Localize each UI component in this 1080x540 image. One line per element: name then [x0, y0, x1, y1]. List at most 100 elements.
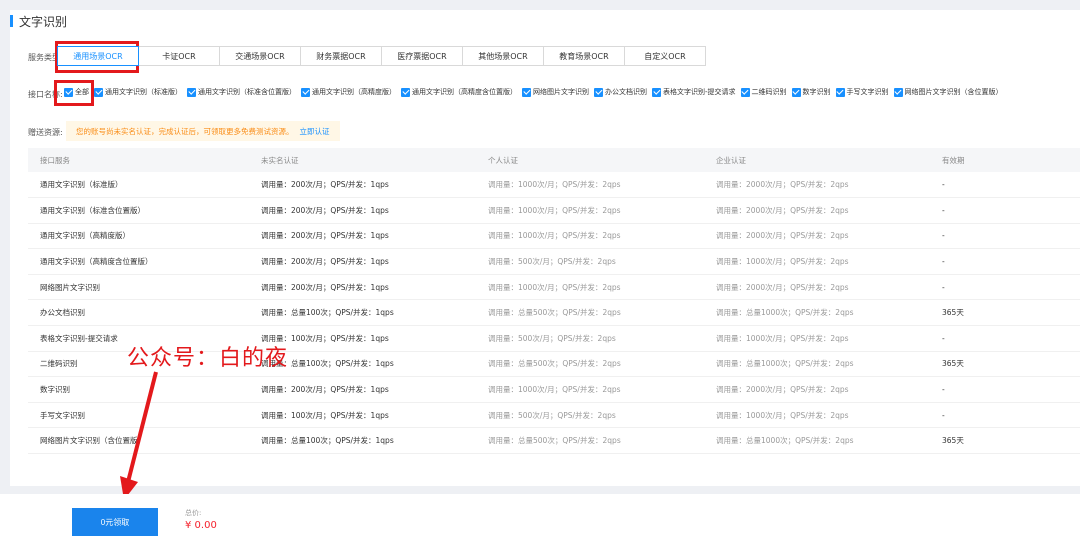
- interface-checkbox[interactable]: 通用文字识别（高精度版）: [301, 87, 396, 97]
- checkbox-checked-icon[interactable]: [740, 87, 750, 97]
- column-header: 未实名认证: [249, 148, 476, 172]
- table-row: 网络图片文字识别（含位置版） 调用量：总量100次；QPS/并发：1qps 调用量：…: [28, 427, 1080, 455]
- interface-checkbox[interactable]: 表格文字识别-提交请求: [652, 87, 736, 97]
- table-cell: 调用量：总量100次；QPS/并发：1qps: [249, 427, 476, 455]
- section-title-text: 文字识别: [19, 14, 68, 29]
- tab-service-type[interactable]: 医疗票据OCR: [381, 46, 463, 66]
- claim-free-button[interactable]: 0元领取: [72, 508, 158, 536]
- footer-bar: [0, 494, 1080, 540]
- table-row: 通用文字识别（标准含位置版） 调用量：200次/月；QPS/并发：1qps 调用量：…: [28, 197, 1080, 224]
- table-row: 通用文字识别（高精度含位置版） 调用量：200次/月；QPS/并发：1qps 调用量…: [28, 248, 1080, 275]
- table-body: 通用文字识别（标准版） 调用量：200次/月；QPS/并发：1qps 调用量：100…: [28, 172, 1080, 455]
- interface-checkbox-label: 网络图片文字识别: [533, 88, 589, 96]
- tab-service-type[interactable]: 交通场景OCR: [219, 46, 301, 66]
- interface-checkbox-label: 表格文字识别-提交请求: [663, 88, 736, 96]
- table-cell: 调用量：2000次/月；QPS/并发：2qps: [704, 172, 930, 199]
- interface-checkbox[interactable]: 通用文字识别（标准含位置版）: [187, 87, 296, 97]
- total-price-label: 总价:: [185, 509, 202, 517]
- table-cell: 调用量：总量1000次；QPS/并发：2qps: [704, 351, 930, 378]
- table-cell: 调用量：总量100次；QPS/并发：1qps: [249, 299, 476, 327]
- interface-checkbox[interactable]: 数字识别: [791, 87, 831, 97]
- tab-service-type[interactable]: 自定义OCR: [624, 46, 706, 66]
- service-type-tabs: 通用场景OCR 卡证OCR 交通场景OCR 财务票据OCR 医疗票据OCR 其他场景OCR…: [57, 46, 706, 66]
- interface-checkbox[interactable]: 二维码识别: [740, 87, 787, 97]
- table-cell: 调用量：200次/月；QPS/并发：1qps: [249, 274, 476, 301]
- interface-checkbox-label: 手写文字识别: [846, 88, 889, 96]
- table-cell: 调用量：1000次/月；QPS/并发：2qps: [476, 274, 704, 301]
- interface-checkbox[interactable]: 网络图片文字识别（含位置版）: [893, 87, 1003, 97]
- checkbox-checked-icon[interactable]: [652, 87, 661, 97]
- interface-checkbox[interactable]: 办公文档识别: [594, 87, 647, 97]
- table-cell: 调用量：总量500次；QPS/并发：2qps: [476, 351, 704, 378]
- table-cell: 调用量：总量1000次；QPS/并发：2qps: [704, 299, 930, 327]
- table-cell: 365天: [930, 299, 1080, 327]
- verify-now-link[interactable]: 立即认证: [300, 126, 330, 137]
- checkbox-checked-icon[interactable]: [522, 87, 531, 97]
- checkbox-checked-icon[interactable]: [94, 87, 103, 97]
- table-cell: 办公文档识别: [28, 299, 249, 327]
- interface-checkbox[interactable]: 通用文字识别（高精度含位置版）: [401, 87, 517, 97]
- interface-checkbox-label: 通用文字识别（标准含位置版）: [198, 88, 296, 96]
- table-header-row: 接口服务 未实名认证 个人认证 企业认证 有效期: [28, 148, 1080, 172]
- checkbox-checked-icon[interactable]: [187, 87, 196, 97]
- highlight-box-all: [54, 80, 94, 106]
- tab-service-type[interactable]: 卡证OCR: [138, 46, 220, 66]
- tab-service-type[interactable]: 其他场景OCR: [462, 46, 544, 66]
- interface-checkbox-label: 通用文字识别（标准版）: [105, 88, 182, 96]
- auth-notice-text: 您的账号尚未实名认证，完成认证后，可领取更多免费测试资源。: [76, 126, 294, 136]
- table-cell: 调用量：总量1000次；QPS/并发：2qps: [704, 427, 930, 455]
- table-cell: 调用量：2000次/月；QPS/并发：2qps: [704, 197, 930, 224]
- table-cell: 通用文字识别（高精度含位置版）: [28, 248, 249, 275]
- watermark-text: 公众号：白的夜: [127, 346, 289, 371]
- table-row: 通用文字识别（标准版） 调用量：200次/月；QPS/并发：1qps 调用量：100…: [28, 172, 1080, 199]
- interface-checkbox[interactable]: 网络图片文字识别: [522, 87, 589, 97]
- interface-checkboxes: 全部 通用文字识别（标准版） 通用文字识别（标准含位置版） 通用文字识别（高精度版）通…: [64, 87, 1008, 97]
- table-cell: 调用量：2000次/月；QPS/并发：2qps: [704, 376, 930, 403]
- table-row: 数字识别 调用量：200次/月；QPS/并发：1qps 调用量：1000次/月；QP…: [28, 376, 1080, 403]
- table-cell: -: [930, 197, 1080, 224]
- total-price-value: ¥ 0.00: [185, 520, 217, 531]
- interface-checkbox-label: 通用文字识别（高精度版）: [312, 88, 396, 96]
- interface-checkbox[interactable]: 通用文字识别（标准版）: [94, 87, 182, 97]
- tab-service-type[interactable]: 教育场景OCR: [543, 46, 625, 66]
- column-header: 个人认证: [476, 148, 704, 172]
- checkbox-checked-icon[interactable]: [301, 87, 310, 97]
- interface-checkbox-label: 办公文档识别: [605, 88, 647, 96]
- auth-notice: 您的账号尚未实名认证，完成认证后，可领取更多免费测试资源。 立即认证: [66, 121, 340, 141]
- table-cell: 365天: [930, 351, 1080, 378]
- section-title: 文字识别: [10, 14, 68, 29]
- table-row: 办公文档识别 调用量：总量100次；QPS/并发：1qps 调用量：总量500次；Q…: [28, 299, 1080, 327]
- checkbox-checked-icon[interactable]: [835, 87, 845, 97]
- table-cell: 调用量：200次/月；QPS/并发：1qps: [249, 197, 476, 224]
- table-cell: -: [930, 274, 1080, 301]
- table-cell: 通用文字识别（标准版）: [28, 172, 249, 199]
- table-cell: 调用量：1000次/月；QPS/并发：2qps: [476, 376, 704, 403]
- table-cell: 调用量：总量500次；QPS/并发：2qps: [476, 427, 704, 455]
- table-cell: 调用量：200次/月；QPS/并发：1qps: [249, 223, 476, 250]
- table-cell: -: [930, 248, 1080, 275]
- table-cell: 调用量：100次/月；QPS/并发：1qps: [249, 402, 476, 429]
- checkbox-checked-icon[interactable]: [594, 87, 603, 97]
- table-row: 通用文字识别（高精度版） 调用量：200次/月；QPS/并发：1qps 调用量：10…: [28, 223, 1080, 250]
- tab-service-type[interactable]: 通用场景OCR: [57, 46, 139, 66]
- title-accent-bar: [10, 15, 13, 27]
- table-cell: -: [930, 376, 1080, 403]
- table-cell: 调用量：1000次/月；QPS/并发：2qps: [704, 402, 930, 429]
- tab-service-type[interactable]: 财务票据OCR: [300, 46, 382, 66]
- interface-checkbox[interactable]: 手写文字识别: [835, 87, 889, 97]
- table-cell: 调用量：500次/月；QPS/并发：2qps: [476, 325, 704, 352]
- table-cell: 调用量：2000次/月；QPS/并发：2qps: [704, 274, 930, 301]
- table-cell: 通用文字识别（高精度版）: [28, 223, 249, 250]
- table-cell: 通用文字识别（标准含位置版）: [28, 197, 249, 224]
- table-cell: 调用量：2000次/月；QPS/并发：2qps: [704, 223, 930, 250]
- interface-checkbox-label: 数字识别: [802, 88, 831, 96]
- checkbox-checked-icon[interactable]: [401, 87, 410, 97]
- red-arrow-annotation: [120, 371, 158, 500]
- interface-checkbox-label: 二维码识别: [751, 88, 787, 96]
- checkbox-checked-icon[interactable]: [893, 87, 903, 97]
- table-cell: -: [930, 402, 1080, 429]
- checkbox-checked-icon[interactable]: [791, 87, 801, 97]
- quota-table: 接口服务 未实名认证 个人认证 企业认证 有效期 通用文字识别（标准版） 调用量：200次…: [28, 148, 1080, 455]
- table-cell: 调用量：1000次/月；QPS/并发：2qps: [704, 248, 930, 275]
- table-cell: 调用量：200次/月；QPS/并发：1qps: [249, 172, 476, 199]
